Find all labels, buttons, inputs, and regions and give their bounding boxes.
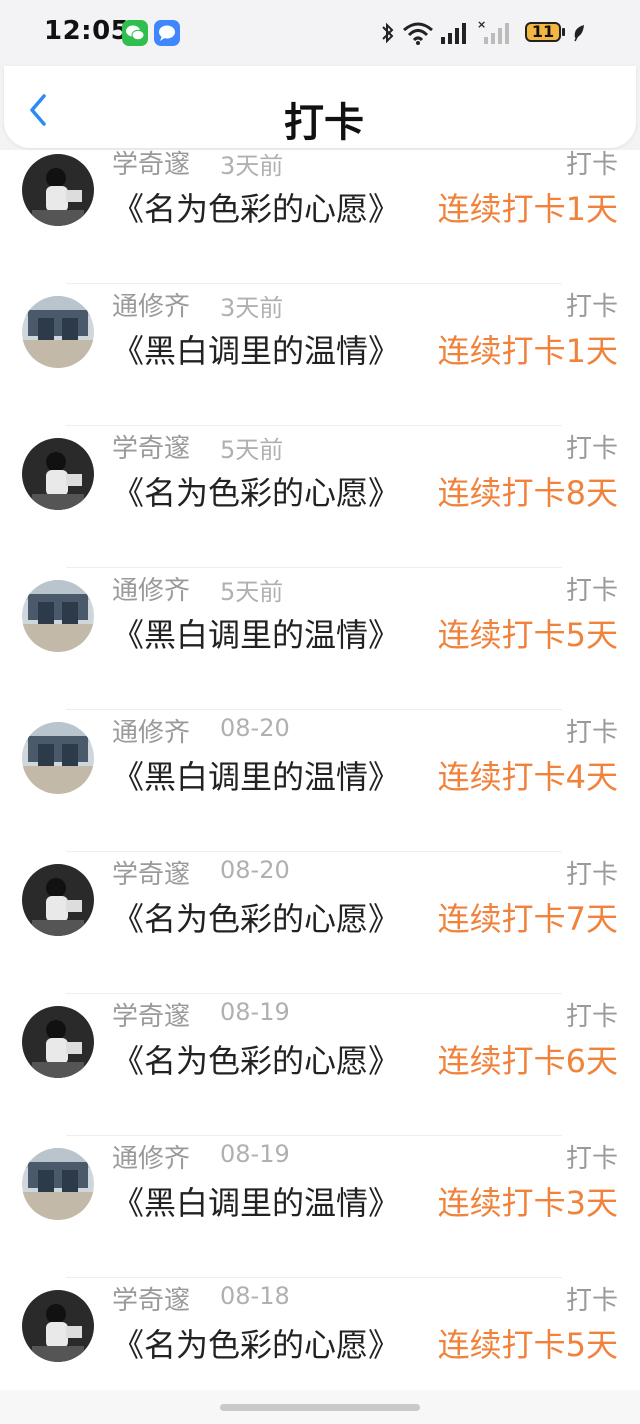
battery-tip <box>562 28 565 36</box>
record-time: 3天前 <box>220 152 284 180</box>
record-content: 《名为色彩的心愿》 <box>112 190 401 228</box>
record-action: 打卡 <box>565 434 618 464</box>
streak-label: 连续打卡3天 <box>437 1184 618 1222</box>
streak-label: 连续打卡5天 <box>437 1326 618 1364</box>
record-content: 《名为色彩的心愿》 <box>112 1326 401 1364</box>
list-item[interactable]: 通修齐 5天前 打卡 《黑白调里的温情》 连续打卡5天 <box>0 568 640 710</box>
system-icons: × 11 <box>380 18 630 48</box>
nav-header: 打卡 <box>0 66 640 150</box>
user-name: 学奇邃 <box>112 1286 191 1316</box>
avatar[interactable] <box>22 438 94 510</box>
page-title: 打卡 <box>284 100 364 146</box>
record-time: 08-20 <box>220 714 290 742</box>
streak-label: 连续打卡1天 <box>437 190 618 228</box>
record-action: 打卡 <box>565 292 618 322</box>
record-content: 《黑白调里的温情》 <box>112 616 401 654</box>
record-content: 《名为色彩的心愿》 <box>112 1042 401 1080</box>
list-item[interactable]: 学奇邃 08-19 打卡 《名为色彩的心愿》 连续打卡6天 <box>0 994 640 1136</box>
message-icon <box>154 20 180 46</box>
avatar[interactable] <box>22 580 94 652</box>
user-name: 学奇邃 <box>112 150 191 180</box>
record-time: 08-18 <box>220 1282 290 1310</box>
record-time: 08-19 <box>220 1140 290 1168</box>
list-item[interactable]: 通修齐 3天前 打卡 《黑白调里的温情》 连续打卡1天 <box>0 284 640 426</box>
record-action: 打卡 <box>565 718 618 748</box>
leaf-icon <box>574 25 584 42</box>
battery-icon: 11 <box>525 22 561 42</box>
record-action: 打卡 <box>565 1286 618 1316</box>
avatar[interactable] <box>22 1148 94 1220</box>
record-time: 08-20 <box>220 856 290 884</box>
record-content: 《名为色彩的心愿》 <box>112 900 401 938</box>
battery-level: 11 <box>531 22 555 41</box>
record-content: 《名为色彩的心愿》 <box>112 474 401 512</box>
list-item[interactable]: 学奇邃 3天前 打卡 《名为色彩的心愿》 连续打卡1天 <box>0 142 640 284</box>
avatar[interactable] <box>22 296 94 368</box>
record-content: 《黑白调里的温情》 <box>112 332 401 370</box>
list-item[interactable]: 学奇邃 08-20 打卡 《名为色彩的心愿》 连续打卡7天 <box>0 852 640 994</box>
user-name: 学奇邃 <box>112 860 191 890</box>
list-item[interactable]: 通修齐 08-20 打卡 《黑白调里的温情》 连续打卡4天 <box>0 710 640 852</box>
avatar[interactable] <box>22 154 94 226</box>
avatar[interactable] <box>22 1006 94 1078</box>
header-card: 打卡 <box>4 66 636 148</box>
home-indicator[interactable] <box>220 1404 420 1411</box>
record-time: 3天前 <box>220 294 284 322</box>
avatar[interactable] <box>22 864 94 936</box>
user-name: 通修齐 <box>112 576 191 606</box>
record-time: 5天前 <box>220 578 284 606</box>
streak-label: 连续打卡6天 <box>437 1042 618 1080</box>
record-action: 打卡 <box>565 150 618 180</box>
avatar[interactable] <box>22 1290 94 1362</box>
record-content: 《黑白调里的温情》 <box>112 758 401 796</box>
checkin-list[interactable]: 学奇邃 3天前 打卡 《名为色彩的心愿》 连续打卡1天 通修齐 3天前 打卡 《… <box>0 142 640 1420</box>
bluetooth-icon <box>382 22 394 44</box>
avatar[interactable] <box>22 722 94 794</box>
record-time: 5天前 <box>220 436 284 464</box>
list-item[interactable]: 通修齐 08-19 打卡 《黑白调里的温情》 连续打卡3天 <box>0 1136 640 1278</box>
streak-label: 连续打卡5天 <box>437 616 618 654</box>
status-time: 12:05 <box>44 16 130 46</box>
streak-label: 连续打卡4天 <box>437 758 618 796</box>
signal-no-service-icon: × <box>477 18 509 44</box>
list-item[interactable]: 学奇邃 5天前 打卡 《名为色彩的心愿》 连续打卡8天 <box>0 426 640 568</box>
wifi-icon <box>403 22 433 45</box>
record-time: 08-19 <box>220 998 290 1026</box>
wechat-icon <box>122 20 148 46</box>
status-bar: 12:05 × 11 <box>0 0 640 66</box>
signal-icon <box>441 23 466 44</box>
user-name: 通修齐 <box>112 718 191 748</box>
record-content: 《黑白调里的温情》 <box>112 1184 401 1222</box>
user-name: 通修齐 <box>112 292 191 322</box>
user-name: 学奇邃 <box>112 1002 191 1032</box>
record-action: 打卡 <box>565 1144 618 1174</box>
record-action: 打卡 <box>565 1002 618 1032</box>
streak-label: 连续打卡1天 <box>437 332 618 370</box>
svg-text:×: × <box>477 18 486 31</box>
user-name: 学奇邃 <box>112 434 191 464</box>
streak-label: 连续打卡7天 <box>437 900 618 938</box>
user-name: 通修齐 <box>112 1144 191 1174</box>
streak-label: 连续打卡8天 <box>437 474 618 512</box>
record-action: 打卡 <box>565 576 618 606</box>
record-action: 打卡 <box>565 860 618 890</box>
